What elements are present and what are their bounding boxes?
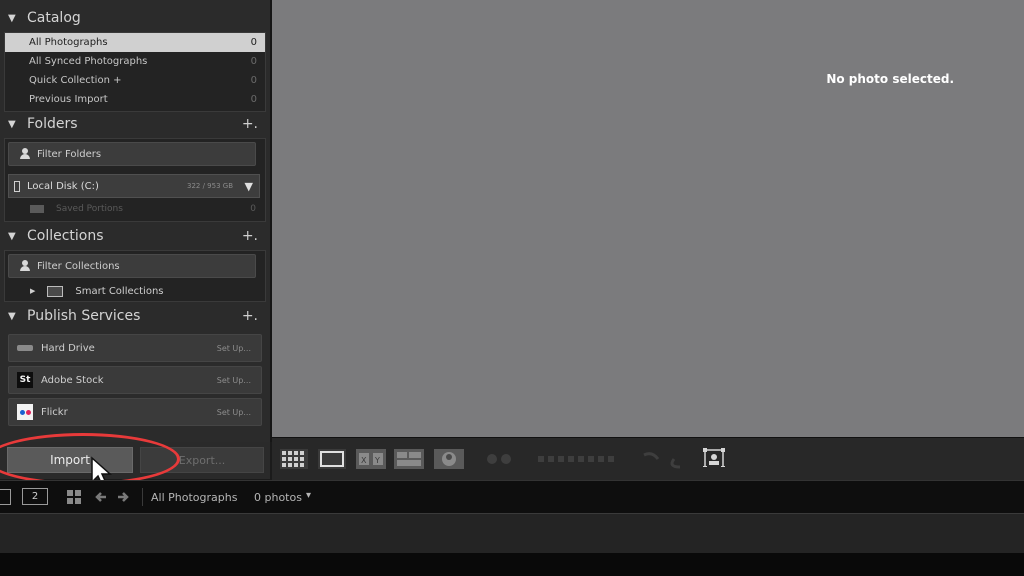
publish-services-header[interactable]: ▼ Publish Services +.: [0, 303, 266, 329]
crop-overlay-icon[interactable]: [702, 447, 726, 467]
people-view-icon[interactable]: [434, 449, 464, 469]
catalog-item-all-photographs[interactable]: All Photographs 0: [5, 33, 265, 52]
disk-space-text: 322 / 953 GB: [187, 182, 233, 190]
local-disk-label: Local Disk (C:): [27, 180, 99, 192]
add-publish-service-icon[interactable]: +.: [242, 308, 258, 324]
collapse-triangle-icon[interactable]: ▼: [8, 231, 18, 242]
view-toolbar: X Y: [272, 437, 1024, 480]
catalog-item-label: All Photographs: [29, 37, 108, 48]
catalog-item-label: All Synced Photographs: [29, 56, 148, 67]
filmstrip-header: 2 All Photographs 0 photos ▾: [0, 480, 1024, 513]
smart-collections-label: Smart Collections: [75, 285, 164, 297]
filter-icon: [19, 260, 31, 272]
setup-link[interactable]: Set Up...: [217, 344, 251, 353]
catalog-item-count: 0: [250, 94, 257, 105]
folder-icon: [30, 205, 44, 213]
smart-collections-row[interactable]: ▶ Smart Collections: [30, 283, 256, 299]
catalog-item-count: 0: [250, 37, 257, 48]
photo-count[interactable]: 0 photos: [254, 491, 302, 504]
publish-services-title: Publish Services: [27, 308, 141, 324]
catalog-item-previous-import[interactable]: Previous Import 0: [5, 90, 265, 109]
catalog-header[interactable]: ▼ Catalog: [0, 5, 266, 31]
divider: [142, 488, 143, 506]
screen-1-icon[interactable]: [0, 489, 11, 505]
catalog-item-all-synced[interactable]: All Synced Photographs 0: [5, 52, 265, 71]
publish-service-label: Flickr: [41, 406, 68, 418]
collapse-triangle-icon[interactable]: ▼: [8, 311, 18, 322]
setup-link[interactable]: Set Up...: [217, 408, 251, 417]
forward-arrow-icon[interactable]: [116, 490, 130, 504]
add-collection-icon[interactable]: +.: [242, 228, 258, 244]
source-dropdown-icon[interactable]: ▾: [306, 490, 311, 501]
filter-collections-input[interactable]: Filter Collections: [8, 254, 256, 278]
publish-service-label: Hard Drive: [41, 342, 95, 354]
svg-text:X: X: [361, 456, 367, 465]
compare-view-icon[interactable]: X Y: [356, 449, 386, 469]
filter-collections-label: Filter Collections: [37, 260, 120, 272]
publish-service-flickr[interactable]: Flickr Set Up...: [8, 398, 262, 426]
collapse-triangle-icon[interactable]: ▼: [8, 13, 18, 24]
collections-title: Collections: [27, 228, 104, 244]
folders-header[interactable]: ▼ Folders +.: [0, 111, 266, 137]
no-photo-message: No photo selected.: [826, 72, 954, 86]
svg-text:Y: Y: [374, 456, 380, 465]
catalog-item-count: 0: [250, 75, 257, 86]
loupe-view-icon[interactable]: [318, 449, 346, 469]
saved-folder-row[interactable]: Saved Portions 0: [30, 201, 258, 217]
disabled-tools-group: [487, 452, 681, 469]
survey-view-icon[interactable]: [394, 449, 424, 469]
local-disk-volume[interactable]: Local Disk (C:) 322 / 953 GB ▼: [8, 174, 260, 198]
catalog-item-label: Previous Import: [29, 94, 108, 105]
collections-header[interactable]: ▼ Collections +.: [0, 223, 266, 249]
disk-menu-arrow-icon[interactable]: ▼: [245, 180, 253, 193]
folders-title: Folders: [27, 116, 78, 132]
photo-preview-area[interactable]: No photo selected.: [272, 0, 1024, 437]
saved-folder-count: 0: [250, 204, 256, 214]
add-folder-icon[interactable]: +.: [242, 116, 258, 132]
filter-folders-input[interactable]: Filter Folders: [8, 142, 256, 166]
disk-indicator-icon: [14, 180, 20, 192]
catalog-list: All Photographs 0 All Synced Photographs…: [4, 32, 266, 112]
filter-folders-label: Filter Folders: [37, 148, 102, 160]
catalog-title: Catalog: [27, 10, 81, 26]
grid-view-icon[interactable]: [280, 449, 308, 469]
publish-service-hard-drive[interactable]: Hard Drive Set Up...: [8, 334, 262, 362]
hard-drive-icon: [17, 340, 33, 356]
screen-2-icon[interactable]: 2: [22, 488, 48, 505]
grid-icon[interactable]: [67, 490, 81, 504]
publish-service-adobe-stock[interactable]: St Adobe Stock Set Up...: [8, 366, 262, 394]
publish-service-label: Adobe Stock: [41, 374, 104, 386]
catalog-item-count: 0: [250, 56, 257, 67]
expand-triangle-icon[interactable]: ▶: [30, 287, 35, 295]
adobe-stock-icon: St: [17, 372, 33, 388]
catalog-item-label: Quick Collection +: [29, 75, 122, 86]
filmstrip-source-label[interactable]: All Photographs: [151, 491, 237, 504]
left-panel: ▼ Catalog All Photographs 0 All Synced P…: [0, 0, 272, 442]
collapse-triangle-icon[interactable]: ▼: [8, 119, 18, 130]
back-arrow-icon[interactable]: [94, 490, 108, 504]
flickr-icon: [17, 404, 33, 420]
filmstrip[interactable]: [0, 513, 1024, 554]
bottom-edge: [0, 553, 1024, 576]
catalog-item-quick-collection[interactable]: Quick Collection + 0: [5, 71, 265, 90]
setup-link[interactable]: Set Up...: [217, 376, 251, 385]
saved-folder-label: Saved Portions: [56, 204, 123, 214]
collection-set-icon: [47, 285, 64, 297]
filter-icon: [19, 148, 31, 160]
